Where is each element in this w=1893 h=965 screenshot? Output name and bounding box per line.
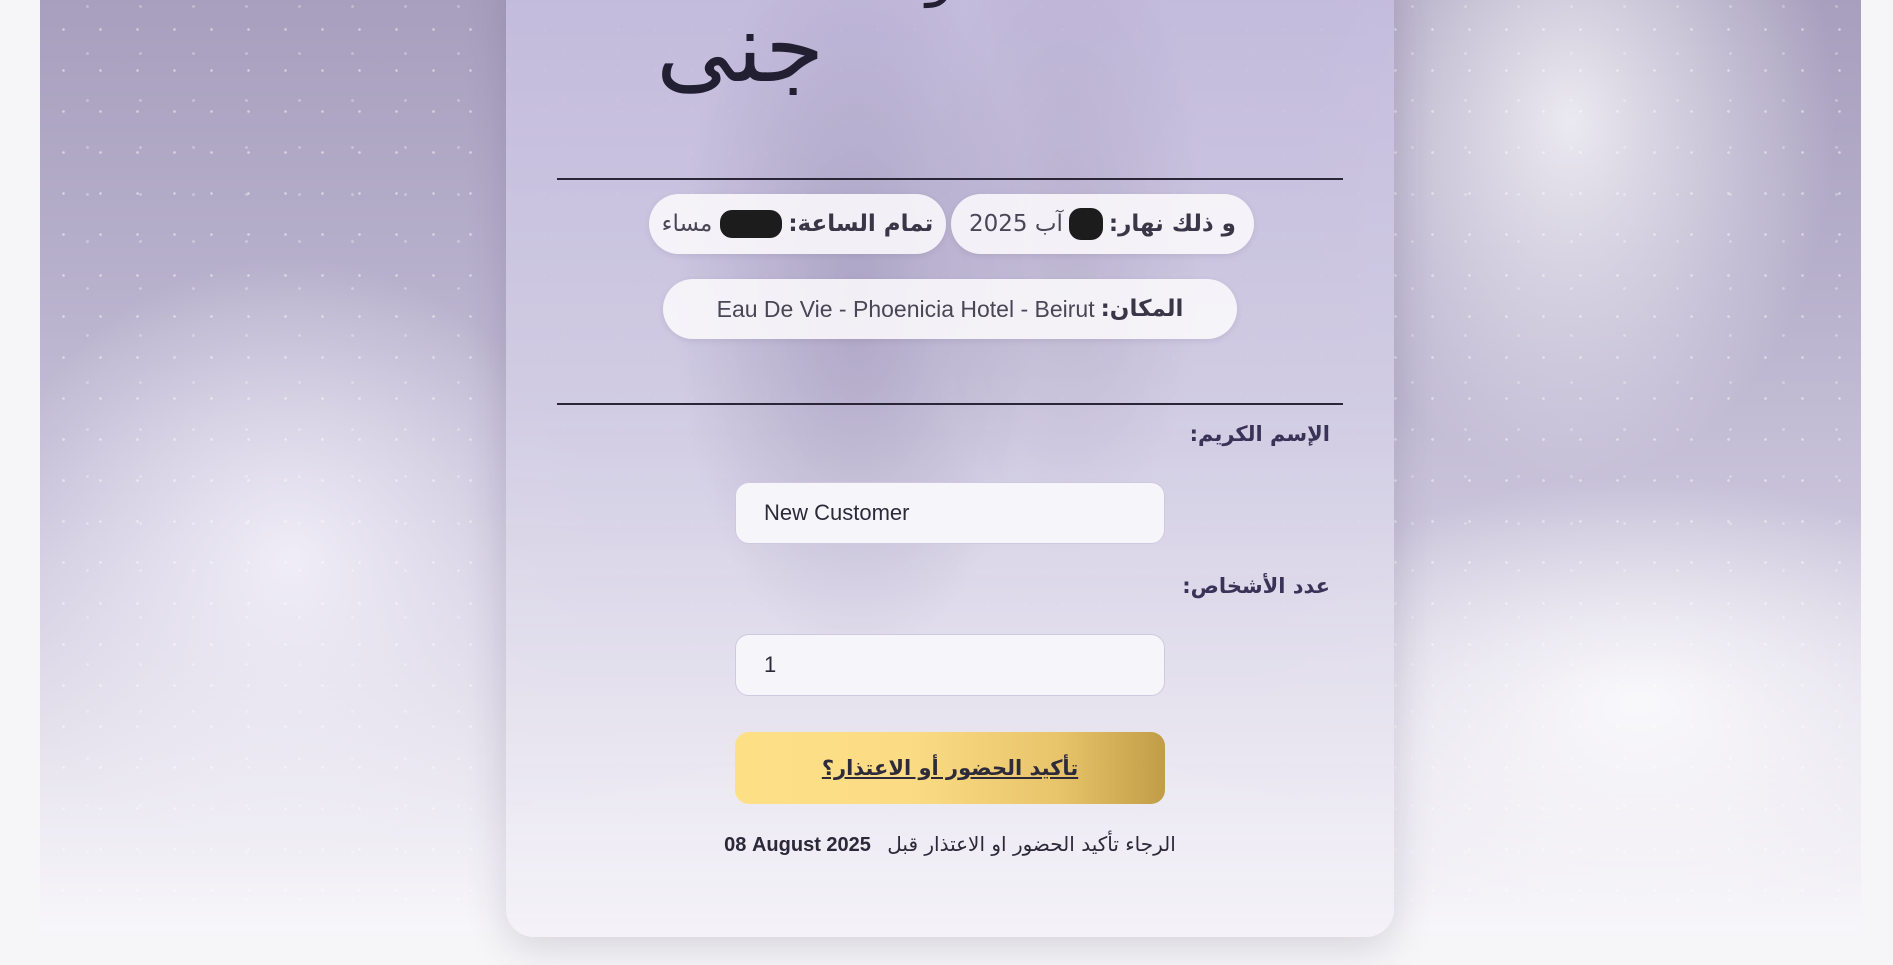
redacted-day	[1068, 208, 1103, 240]
venue-pill: المكان: Eau De Vie - Phoenicia Hotel - B…	[663, 279, 1237, 339]
divider-bottom	[557, 403, 1343, 405]
divider-top	[557, 178, 1343, 180]
invitation-card: و جنى و ذلك نهار: آب 2025 تمام الساعة: م…	[506, 0, 1394, 937]
bride-name: جنى	[656, 0, 825, 104]
name-input[interactable]	[735, 482, 1165, 544]
redacted-time	[720, 210, 783, 238]
couple-names: و جنى	[506, 0, 1394, 140]
time-label: تمام الساعة:	[788, 211, 934, 237]
venue-value: Eau De Vie - Phoenicia Hotel - Beirut	[716, 295, 1095, 322]
rsvp-page: و جنى و ذلك نهار: آب 2025 تمام الساعة: م…	[0, 0, 1893, 965]
venue-label: المكان:	[1100, 296, 1184, 322]
time-value: مساء	[661, 211, 713, 237]
deadline-note: الرجاء تأكيد الحضور او الاعتذار قبل 08 A…	[506, 832, 1394, 857]
date-label: و ذلك نهار:	[1108, 211, 1236, 237]
guests-input[interactable]	[735, 634, 1165, 696]
time-pill: تمام الساعة: مساء	[649, 194, 946, 254]
confirm-attendance-button[interactable]: تأكيد الحضور أو الاعتذار؟	[735, 732, 1165, 804]
deadline-text: الرجاء تأكيد الحضور او الاعتذار قبل	[887, 832, 1176, 856]
date-value: آب 2025	[969, 211, 1063, 237]
deadline-date: 08 August 2025	[724, 834, 871, 856]
name-field-label: الإسم الكريم:	[1189, 422, 1330, 446]
guests-field-label: عدد الأشخاص:	[1182, 574, 1330, 598]
date-pill: و ذلك نهار: آب 2025	[951, 194, 1254, 254]
names-connector: و	[926, 0, 954, 8]
